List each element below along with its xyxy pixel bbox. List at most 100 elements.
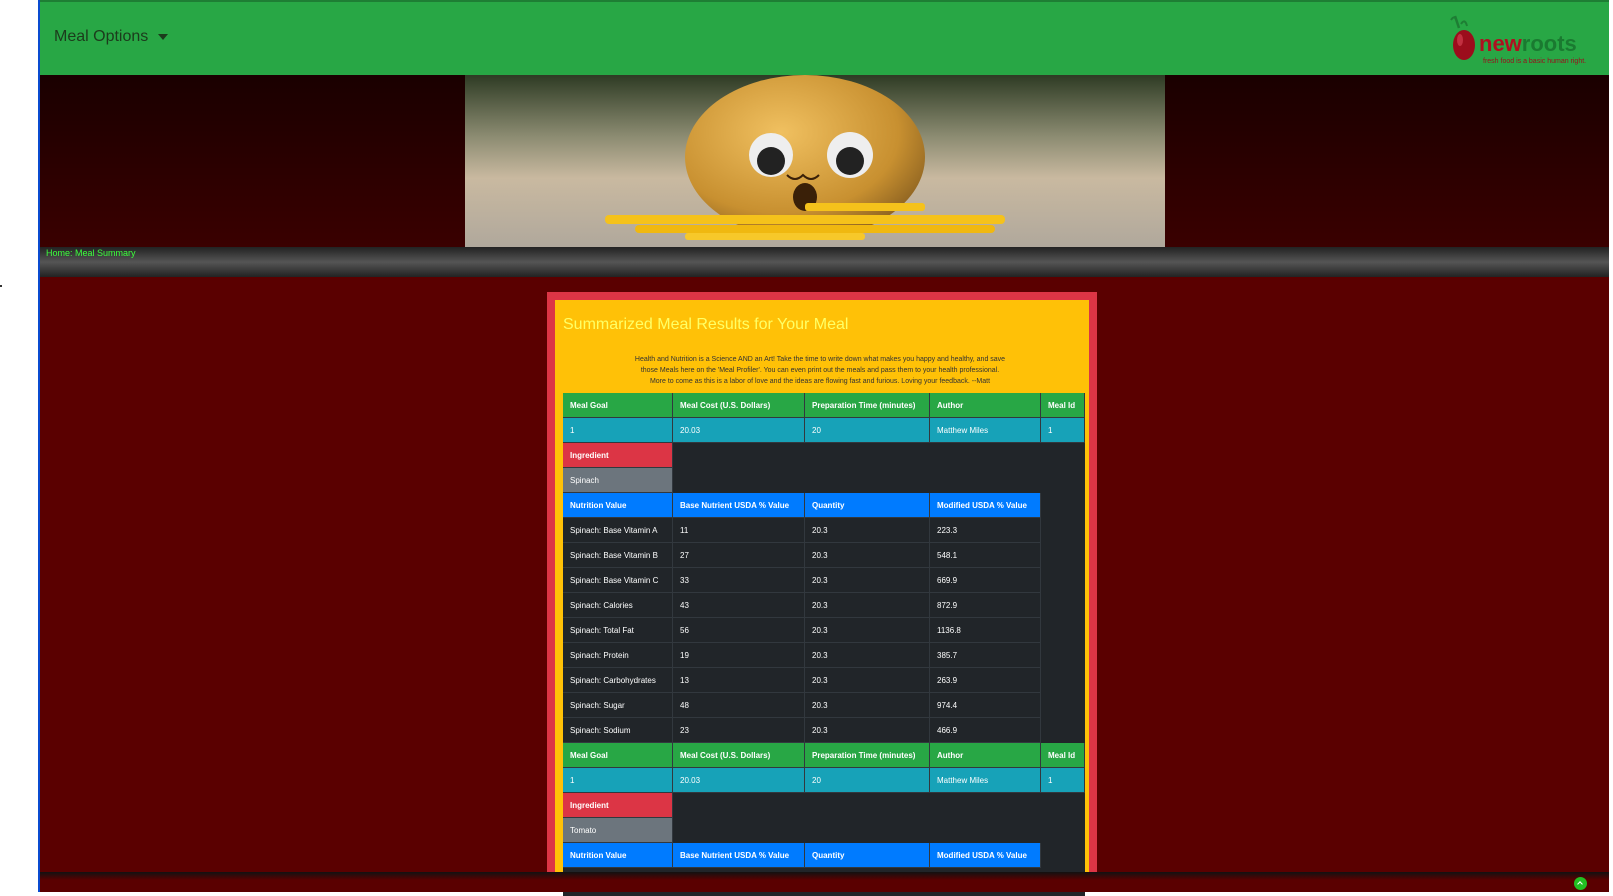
breadcrumb-bar: Home: Meal Summary: [40, 247, 1609, 277]
modified-value: 974.4: [930, 693, 1041, 718]
header-prep-time: Preparation Time (minutes): [805, 393, 930, 418]
prep-time-value: 20: [805, 768, 930, 793]
page: Meal Options newroots fresh food is a ba…: [38, 0, 1609, 896]
header-meal-cost: Meal Cost (U.S. Dollars): [673, 743, 805, 768]
base-value: 27: [673, 543, 805, 568]
meal-cost-value: 20.03: [673, 418, 805, 443]
ingredient-label: Ingredient: [563, 793, 673, 818]
meal-table: Meal Goal Meal Cost (U.S. Dollars) Prepa…: [563, 393, 1085, 896]
base-value: 48: [673, 693, 805, 718]
logo-tagline: fresh food is a basic human right.: [1483, 58, 1586, 65]
stray-dot: [0, 285, 2, 287]
meal-id-value: 1: [1041, 418, 1085, 443]
header-author: Author: [930, 743, 1041, 768]
nutrition-row: Spinach: Sugar 48 20.3 974.4: [563, 693, 1085, 718]
filler: [1041, 493, 1085, 518]
nutrition-row: Spinach: Carbohydrates 13 20.3 263.9: [563, 668, 1085, 693]
nutrition-row: Spinach: Protein 19 20.3 385.7: [563, 643, 1085, 668]
base-value: 43: [673, 593, 805, 618]
navbar: Meal Options newroots fresh food is a ba…: [40, 0, 1609, 77]
filler: [673, 468, 1085, 493]
header-nutrition-value: Nutrition Value: [563, 493, 673, 518]
nutrition-row: Spinach: Total Fat 56 20.3 1136.8: [563, 618, 1085, 643]
svg-text:newroots: newroots: [1479, 31, 1577, 56]
filler: [1041, 518, 1085, 543]
filler: [673, 818, 1085, 843]
ingredient-row: Tomato: [563, 818, 1085, 843]
nutrition-name: Spinach: Sodium: [563, 718, 673, 743]
header-modified-usda: Modified USDA % Value: [930, 493, 1041, 518]
header-meal-id: Meal Id: [1041, 393, 1085, 418]
filler: [1041, 543, 1085, 568]
quantity-value: 20.3: [805, 693, 930, 718]
arrow-up-circle-icon[interactable]: [1574, 877, 1587, 890]
filler: [673, 793, 1085, 818]
filler: [1041, 693, 1085, 718]
quantity-value: 20.3: [805, 593, 930, 618]
header-nutrition-value: Nutrition Value: [563, 843, 673, 868]
ingredient-header-row: Ingredient: [563, 793, 1085, 818]
nutrition-row: Spinach: Base Vitamin A 11 20.3 223.3: [563, 518, 1085, 543]
filler: [1041, 843, 1085, 868]
ingredient-name: Spinach: [563, 468, 673, 493]
base-value: 19: [673, 643, 805, 668]
filler: [1041, 643, 1085, 668]
header-base-nutrient: Base Nutrient USDA % Value: [673, 493, 805, 518]
quantity-value: 20.3: [805, 568, 930, 593]
modified-value: 385.7: [930, 643, 1041, 668]
header-quantity: Quantity: [805, 493, 930, 518]
nutrition-name: Spinach: Calories: [563, 593, 673, 618]
hero-band: [40, 75, 1609, 247]
meal-options-dropdown[interactable]: Meal Options: [54, 28, 169, 46]
header-meal-id: Meal Id: [1041, 743, 1085, 768]
base-value: 33: [673, 568, 805, 593]
modified-value: 1136.8: [930, 618, 1041, 643]
modified-value: 466.9: [930, 718, 1041, 743]
filler: [1041, 668, 1085, 693]
filler: [1041, 593, 1085, 618]
nutrition-row: Spinach: Base Vitamin C 33 20.3 669.9: [563, 568, 1085, 593]
header-meal-goal: Meal Goal: [563, 393, 673, 418]
header-meal-cost: Meal Cost (U.S. Dollars): [673, 393, 805, 418]
modified-value: 548.1: [930, 543, 1041, 568]
logo-word-new: new: [1479, 31, 1523, 56]
nutrition-row: Spinach: Sodium 23 20.3 466.9: [563, 718, 1085, 743]
nutrition-name: Spinach: Sugar: [563, 693, 673, 718]
author-value: Matthew Miles: [930, 418, 1041, 443]
ingredient-header-row: Ingredient: [563, 443, 1085, 468]
nutrition-name: Spinach: Protein: [563, 643, 673, 668]
nutrition-name: Spinach: Total Fat: [563, 618, 673, 643]
newroots-logo[interactable]: newroots fresh food is a basic human rig…: [1441, 12, 1591, 70]
filler: [1041, 618, 1085, 643]
header-author: Author: [930, 393, 1041, 418]
nutrition-header-row: Nutrition Value Base Nutrient USDA % Val…: [563, 843, 1085, 868]
meal-goal-value: 1: [563, 418, 673, 443]
base-value: 23: [673, 718, 805, 743]
modified-value: 263.9: [930, 668, 1041, 693]
meal-header-row: Meal Goal Meal Cost (U.S. Dollars) Prepa…: [563, 393, 1085, 418]
intro-text: Health and Nutrition is a Science AND an…: [605, 354, 1035, 387]
base-value: 11: [673, 518, 805, 543]
breadcrumb[interactable]: Home: Meal Summary: [46, 248, 136, 258]
modified-value: 669.9: [930, 568, 1041, 593]
quantity-value: 20.3: [805, 543, 930, 568]
page-title: Summarized Meal Results for Your Meal: [563, 316, 849, 333]
meal-options-label: Meal Options: [54, 28, 149, 45]
quantity-value: 20.3: [805, 718, 930, 743]
meal-values-row: 1 20.03 20 Matthew Miles 1: [563, 768, 1085, 793]
author-value: Matthew Miles: [930, 768, 1041, 793]
meal-values-row: 1 20.03 20 Matthew Miles 1: [563, 418, 1085, 443]
header-modified-usda: Modified USDA % Value: [930, 843, 1041, 868]
header-quantity: Quantity: [805, 843, 930, 868]
base-value: 56: [673, 618, 805, 643]
footer-bar: [40, 872, 1609, 892]
nutrition-name: Spinach: Carbohydrates: [563, 668, 673, 693]
header-prep-time: Preparation Time (minutes): [805, 743, 930, 768]
nutrition-header-row: Nutrition Value Base Nutrient USDA % Val…: [563, 493, 1085, 518]
nutrition-name: Spinach: Base Vitamin C: [563, 568, 673, 593]
quantity-value: 20.3: [805, 518, 930, 543]
filler: [673, 443, 1085, 468]
meal-summary-card: Summarized Meal Results for Your Meal He…: [547, 292, 1097, 896]
intro-line: those Meals here on the 'Meal Profiler'.…: [640, 367, 1000, 374]
quantity-value: 20.3: [805, 668, 930, 693]
